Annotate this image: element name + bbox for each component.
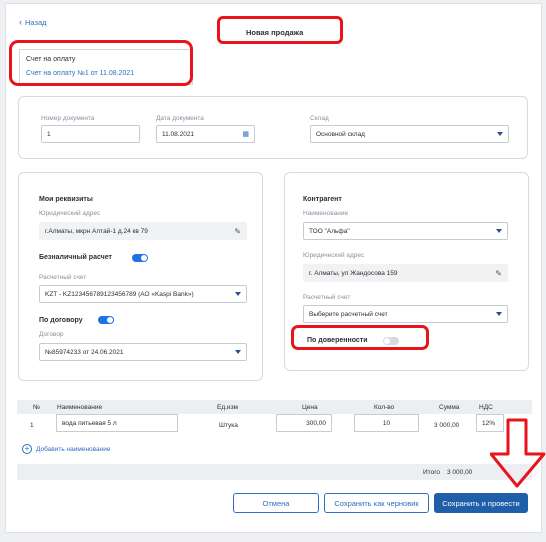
add-item-button[interactable]: + Добавить наименование bbox=[22, 444, 111, 454]
proxy-toggle[interactable] bbox=[383, 337, 399, 345]
cp-name-value: ТОО "Альфа" bbox=[309, 227, 350, 235]
my-account-select[interactable]: KZT - KZ123456789123456789 (АО «Kaspi Ba… bbox=[39, 285, 247, 303]
cp-name-label: Наименование bbox=[303, 210, 349, 217]
document-card: Номер документа 1 Дата документа 11.08.2… bbox=[18, 96, 528, 159]
contract-select[interactable]: №85974233 от 24.06.2021 bbox=[39, 343, 247, 361]
cp-address-value: г. Алматы, ул Жандосова 159 bbox=[309, 269, 398, 277]
my-account-value: KZT - KZ123456789123456789 (АО «Kaspi Ba… bbox=[45, 290, 194, 298]
save-and-post-button[interactable]: Сохранить и провести bbox=[434, 493, 528, 513]
row-num: 1 bbox=[30, 422, 34, 429]
th-price: Цена bbox=[302, 404, 318, 411]
invoice-box: Счет на оплату Счет на оплату №1 от 11.0… bbox=[19, 49, 193, 85]
calendar-icon[interactable]: ▦ bbox=[242, 130, 249, 138]
contract-value: №85974233 от 24.06.2021 bbox=[45, 348, 124, 356]
total-label: Итого bbox=[423, 469, 441, 476]
row-price-value: 300,00 bbox=[306, 419, 326, 427]
back-link[interactable]: ‹ Назад bbox=[19, 17, 47, 28]
doc-number-label: Номер документа bbox=[41, 115, 95, 122]
my-address-label: Юридический адрес bbox=[39, 210, 101, 217]
chevron-left-icon: ‹ bbox=[19, 17, 22, 27]
doc-number-input[interactable]: 1 bbox=[41, 125, 140, 143]
counterparty-title: Контрагент bbox=[303, 196, 342, 203]
row-sum: 3 000,00 bbox=[434, 422, 460, 429]
warehouse-label: Склад bbox=[310, 115, 329, 122]
table-header: № Наименование Ед.изм Цена Кол-во Сумма … bbox=[17, 400, 532, 414]
row-qty-value: 10 bbox=[382, 419, 391, 427]
page-container: ‹ Назад Новая продажа Счет на оплату Сче… bbox=[5, 3, 542, 533]
counterparty-card: Контрагент Наименование ТОО "Альфа" Юрид… bbox=[284, 172, 529, 371]
my-address-field: г.Алматы, мкрн Алтай-1 д.24 кв 79 ✎ bbox=[39, 222, 247, 240]
cp-account-select[interactable]: Выберите расчетный счет bbox=[303, 305, 508, 323]
proxy-label: По доверенности bbox=[307, 337, 368, 344]
th-sum: Сумма bbox=[439, 404, 460, 411]
chevron-down-icon bbox=[497, 132, 503, 136]
page-title: Новая продажа bbox=[246, 28, 304, 37]
add-item-label: Добавить наименование bbox=[36, 445, 111, 453]
total-bar: Итого 3 000,00 bbox=[17, 464, 532, 480]
th-name: Наименование bbox=[57, 404, 103, 411]
row-name-input[interactable]: вода питьевая 5 л bbox=[56, 414, 178, 432]
warehouse-select[interactable]: Основной склад bbox=[310, 125, 509, 143]
doc-date-input[interactable]: 11.08.2021 ▦ bbox=[156, 125, 255, 143]
cp-name-select[interactable]: ТОО "Альфа" bbox=[303, 222, 508, 240]
toggle-knob bbox=[107, 317, 113, 323]
contract-toggle-label: По договору bbox=[39, 317, 83, 324]
invoice-link[interactable]: Счет на оплату №1 от 11.08.2021 bbox=[26, 70, 186, 77]
my-details-title: Мои реквизиты bbox=[39, 196, 93, 203]
th-unit: Ед.изм bbox=[217, 404, 239, 411]
doc-number-value: 1 bbox=[47, 130, 51, 138]
contract-label: Договор bbox=[39, 331, 64, 338]
cancel-button[interactable]: Отмена bbox=[233, 493, 319, 513]
invoice-label: Счет на оплату bbox=[26, 56, 76, 63]
row-price-input[interactable]: 300,00 bbox=[276, 414, 332, 432]
th-vat: НДС bbox=[479, 404, 493, 411]
my-address-value: г.Алматы, мкрн Алтай-1 д.24 кв 79 bbox=[45, 227, 148, 235]
arrow-down-icon bbox=[490, 418, 546, 488]
chevron-down-icon bbox=[235, 350, 241, 354]
pencil-icon[interactable]: ✎ bbox=[234, 227, 241, 236]
my-details-card: Мои реквизиты Юридический адрес г.Алматы… bbox=[18, 172, 263, 381]
doc-date-label: Дата документа bbox=[156, 115, 204, 122]
cp-account-placeholder: Выберите расчетный счет bbox=[309, 310, 388, 318]
chevron-down-icon bbox=[496, 229, 502, 233]
back-label: Назад bbox=[25, 18, 47, 27]
cashless-label: Безналичный расчет bbox=[39, 254, 112, 261]
row-name-value: вода питьевая 5 л bbox=[62, 419, 117, 427]
doc-date-value: 11.08.2021 bbox=[162, 130, 195, 138]
toggle-knob bbox=[384, 338, 390, 344]
cp-address-field: г. Алматы, ул Жандосова 159 ✎ bbox=[303, 264, 508, 282]
my-account-label: Расчетный счет bbox=[39, 274, 87, 281]
pencil-icon[interactable]: ✎ bbox=[495, 269, 502, 278]
cp-address-label: Юридический адрес bbox=[303, 252, 365, 259]
cashless-toggle[interactable] bbox=[132, 254, 148, 262]
chevron-down-icon bbox=[496, 312, 502, 316]
contract-toggle[interactable] bbox=[98, 316, 114, 324]
warehouse-value: Основной склад bbox=[316, 130, 365, 138]
row-qty-input[interactable]: 10 bbox=[354, 414, 419, 432]
row-unit: Штука bbox=[219, 422, 238, 429]
toggle-knob bbox=[141, 255, 147, 261]
cp-account-label: Расчетный счет bbox=[303, 294, 351, 301]
save-draft-button[interactable]: Сохранить как черновик bbox=[324, 493, 429, 513]
th-num: № bbox=[33, 404, 40, 411]
chevron-down-icon bbox=[235, 292, 241, 296]
total-value: 3 000,00 bbox=[447, 469, 473, 476]
th-qty: Кол-во bbox=[374, 404, 395, 411]
plus-circle-icon: + bbox=[22, 444, 32, 454]
